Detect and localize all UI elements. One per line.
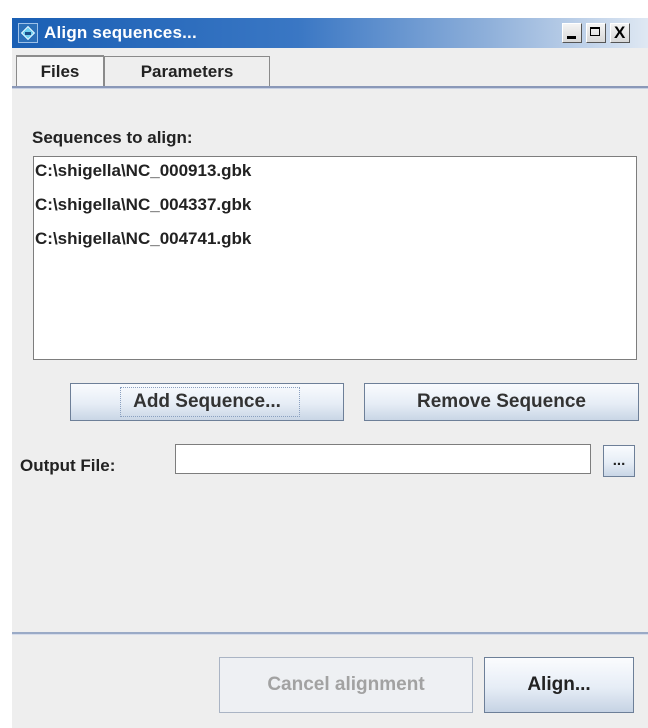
close-icon: X: [614, 23, 626, 42]
align-button[interactable]: Align...: [484, 657, 634, 713]
tab-parameters[interactable]: Parameters: [104, 56, 270, 86]
close-button[interactable]: X: [610, 23, 630, 43]
cancel-alignment-button[interactable]: Cancel alignment: [219, 657, 473, 713]
list-item[interactable]: C:\shigella\NC_004337.gbk: [35, 195, 251, 215]
focus-ring: [120, 387, 300, 417]
output-file-label: Output File:: [20, 456, 116, 475]
app-icon: [18, 23, 38, 43]
add-sequence-button[interactable]: Add Sequence...: [70, 383, 344, 421]
remove-sequence-button[interactable]: Remove Sequence: [364, 383, 639, 421]
tab-bar: Files Parameters: [12, 48, 648, 98]
sequence-list[interactable]: C:\shigella\NC_000913.gbk C:\shigella\NC…: [33, 156, 637, 360]
maximize-button[interactable]: [586, 23, 606, 43]
tab-files[interactable]: Files: [16, 55, 104, 87]
title-bar[interactable]: Align sequences... X: [12, 18, 648, 48]
minimize-button[interactable]: [562, 23, 582, 43]
list-item[interactable]: C:\shigella\NC_004741.gbk: [35, 229, 251, 249]
sequences-label: Sequences to align:: [32, 128, 193, 147]
list-item[interactable]: C:\shigella\NC_000913.gbk: [35, 161, 251, 181]
window-title: Align sequences...: [44, 23, 197, 42]
output-file-field[interactable]: [175, 444, 591, 474]
browse-button[interactable]: ...: [603, 445, 635, 477]
align-sequences-dialog: Align sequences... X Files Parameters Se…: [12, 18, 648, 728]
